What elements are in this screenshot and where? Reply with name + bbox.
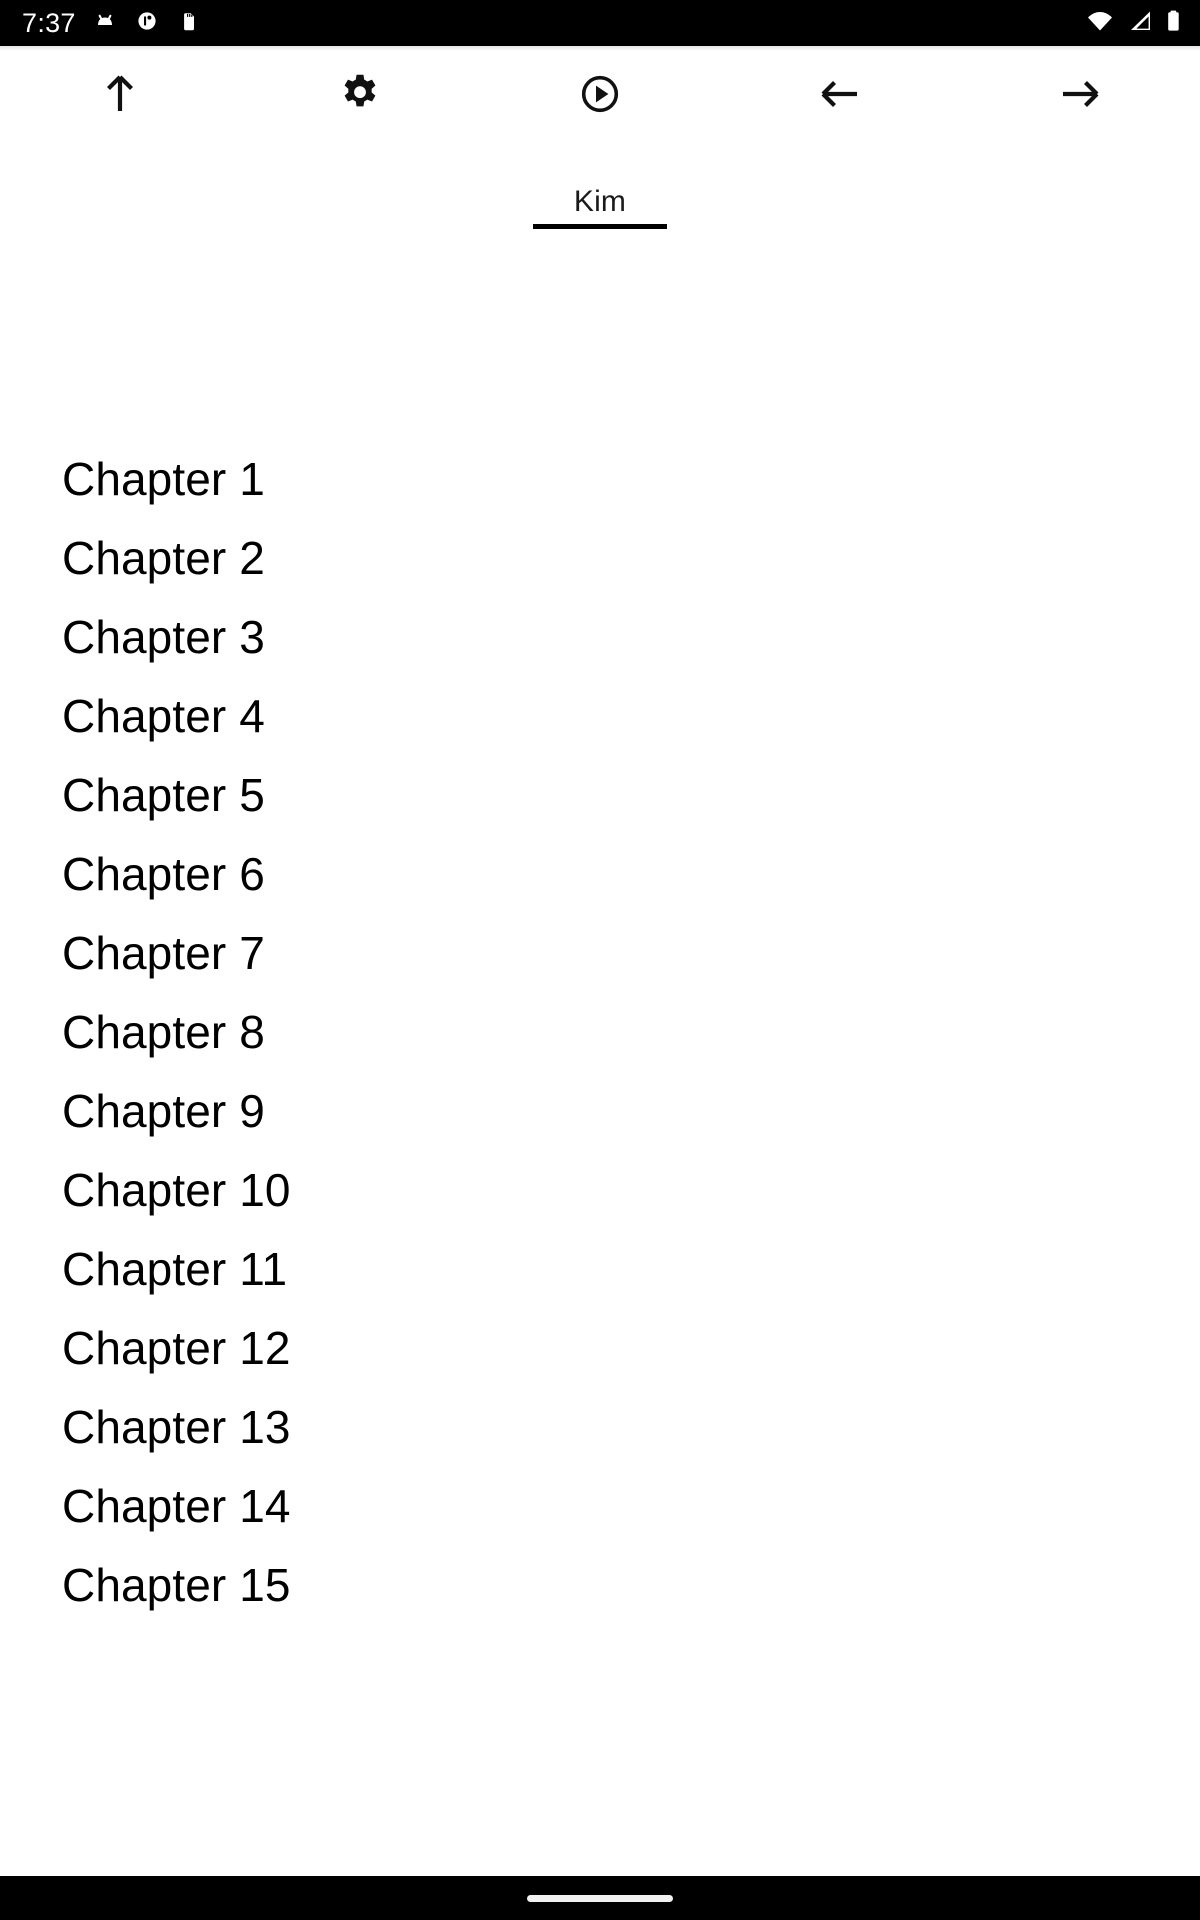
list-item[interactable]: Chapter 11 bbox=[62, 1230, 1138, 1309]
page-title: Kim bbox=[573, 185, 627, 218]
list-item[interactable]: Chapter 2 bbox=[62, 519, 1138, 598]
gear-icon bbox=[337, 71, 383, 117]
title-underline bbox=[533, 224, 667, 229]
status-bar-left-group: 7:37 bbox=[22, 8, 202, 39]
list-item[interactable]: Chapter 14 bbox=[62, 1467, 1138, 1546]
list-item[interactable]: Chapter 4 bbox=[62, 677, 1138, 756]
status-bar: 7:37 bbox=[0, 0, 1200, 46]
list-item[interactable]: Chapter 10 bbox=[62, 1151, 1138, 1230]
status-bar-clock: 7:37 bbox=[22, 7, 76, 38]
list-item[interactable]: Chapter 15 bbox=[62, 1546, 1138, 1625]
settings-button[interactable] bbox=[240, 46, 480, 142]
scroll-up-button[interactable] bbox=[0, 46, 240, 142]
home-indicator[interactable] bbox=[527, 1894, 673, 1902]
chapter-list: Chapter 1 Chapter 2 Chapter 3 Chapter 4 … bbox=[0, 440, 1200, 1625]
play-circle-icon bbox=[577, 71, 623, 117]
list-item[interactable]: Chapter 8 bbox=[62, 993, 1138, 1072]
android-app-icon bbox=[92, 8, 118, 39]
list-item[interactable]: Chapter 13 bbox=[62, 1388, 1138, 1467]
cellular-signal-icon bbox=[1126, 8, 1154, 39]
wifi-icon bbox=[1085, 8, 1115, 39]
battery-icon bbox=[1165, 8, 1182, 39]
next-button[interactable] bbox=[960, 46, 1200, 142]
arrow-up-icon bbox=[97, 71, 143, 117]
arrow-left-icon bbox=[817, 71, 863, 117]
list-item[interactable]: Chapter 7 bbox=[62, 914, 1138, 993]
status-bar-right-group bbox=[1085, 8, 1182, 39]
arrow-right-icon bbox=[1057, 71, 1103, 117]
play-button[interactable] bbox=[480, 46, 720, 142]
list-item[interactable]: Chapter 12 bbox=[62, 1309, 1138, 1388]
system-navigation-bar bbox=[0, 1876, 1200, 1920]
toolbar bbox=[0, 46, 1200, 142]
list-item[interactable]: Chapter 5 bbox=[62, 756, 1138, 835]
circle-indicator-icon bbox=[134, 8, 160, 39]
list-item[interactable]: Chapter 1 bbox=[62, 440, 1138, 519]
previous-button[interactable] bbox=[720, 46, 960, 142]
sd-card-icon bbox=[176, 8, 202, 39]
list-item[interactable]: Chapter 6 bbox=[62, 835, 1138, 914]
list-item[interactable]: Chapter 9 bbox=[62, 1072, 1138, 1151]
book-title-block: Kim bbox=[0, 185, 1200, 229]
list-item[interactable]: Chapter 3 bbox=[62, 598, 1138, 677]
